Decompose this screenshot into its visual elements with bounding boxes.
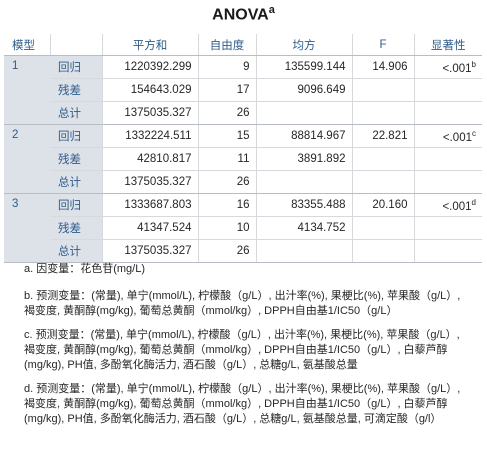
df-cell: 11 <box>197 147 256 171</box>
sum-of-squares-cell: 1375035.327 <box>101 101 198 125</box>
header-df: 自由度 <box>197 34 256 56</box>
table-row: 残差 154643.029 17 9096.649 <box>4 78 482 102</box>
f-cell <box>351 147 414 171</box>
header-blank <box>49 34 102 56</box>
mean-square-cell <box>255 101 352 125</box>
df-cell: 10 <box>197 216 256 240</box>
df-cell: 9 <box>197 55 256 79</box>
footnote-d: d. 预测变量：(常量), 单宁(mmol/L), 柠檬酸（g/L）, 出汁率(… <box>24 383 461 425</box>
row-label: 回归 <box>50 193 102 217</box>
significance-cell <box>413 101 482 125</box>
row-label: 总计 <box>50 101 102 125</box>
table-row: 残差 42810.817 11 3891.892 <box>4 147 482 171</box>
mean-square-cell <box>255 170 352 194</box>
table-row: 总计 1375035.327 26 <box>4 239 482 263</box>
table-row: 总计 1375035.327 26 <box>4 101 482 125</box>
footnote-a: a. 因变量：花色苷(mg/L) <box>24 263 146 275</box>
header-significance: 显著性 <box>413 34 482 56</box>
f-cell <box>351 239 414 263</box>
df-cell: 26 <box>197 170 256 194</box>
footnote-b: b. 预测变量：(常量), 单宁(mmol/L), 柠檬酸（g/L）, 出汁率(… <box>24 290 461 317</box>
df-cell: 26 <box>197 101 256 125</box>
sum-of-squares-cell: 1375035.327 <box>101 170 198 194</box>
sum-of-squares-cell: 42810.817 <box>101 147 198 171</box>
sum-of-squares-cell: 154643.029 <box>101 78 198 102</box>
significance-cell: <.001d <box>413 193 482 217</box>
table-row: 残差 41347.524 10 4134.752 <box>4 216 482 240</box>
table-row: 1 回归 1220392.299 9 135599.144 14.906 <.001b <box>4 55 482 125</box>
sum-of-squares-cell: 41347.524 <box>101 216 198 240</box>
sum-of-squares-cell: 1220392.299 <box>101 55 198 79</box>
f-cell <box>351 101 414 125</box>
f-cell: 20.160 <box>351 193 414 217</box>
table-row: 总计 1375035.327 26 <box>4 170 482 194</box>
significance-cell <box>413 78 482 102</box>
f-cell <box>351 170 414 194</box>
header-mean-square: 均方 <box>255 34 352 56</box>
f-cell: 22.821 <box>351 124 414 148</box>
table-title: ANOVAa <box>212 4 275 24</box>
row-label: 总计 <box>50 239 102 263</box>
sum-of-squares-cell: 1332224.511 <box>101 124 198 148</box>
table-row: 3 回归 1333687.803 16 83355.488 20.160 <.001d <box>4 193 482 263</box>
df-cell: 17 <box>197 78 256 102</box>
mean-square-cell: 83355.488 <box>255 193 352 217</box>
significance-cell: <.001c <box>413 124 482 148</box>
significance-cell <box>413 239 482 263</box>
header-row: 模型 平方和 自由度 均方 F 显著性 <box>4 34 482 56</box>
f-cell <box>351 78 414 102</box>
significance-cell <box>413 216 482 240</box>
row-label: 残差 <box>50 216 102 240</box>
mean-square-cell: 135599.144 <box>255 55 352 79</box>
significance-cell: <.001b <box>413 55 482 79</box>
model-id: 2 <box>4 124 50 194</box>
footnote-c: c. 预测变量：(常量), 单宁(mmol/L), 柠檬酸（g/L）, 出汁率(… <box>24 329 460 371</box>
mean-square-cell: 4134.752 <box>255 216 352 240</box>
f-cell <box>351 216 414 240</box>
model-id: 1 <box>4 55 50 125</box>
header-model: 模型 <box>4 34 50 56</box>
df-cell: 16 <box>197 193 256 217</box>
significance-cell <box>413 147 482 171</box>
sum-of-squares-cell: 1375035.327 <box>101 239 198 263</box>
header-sum-of-squares: 平方和 <box>101 34 198 56</box>
row-label: 回归 <box>50 55 102 79</box>
sum-of-squares-cell: 1333687.803 <box>101 193 198 217</box>
anova-table: 模型 平方和 自由度 均方 F 显著性 1 回归 1220392.299 9 13559… <box>4 34 482 263</box>
mean-square-cell: 3891.892 <box>255 147 352 171</box>
mean-square-cell <box>255 239 352 263</box>
row-label: 残差 <box>50 78 102 102</box>
footnotes: a. 因变量：花色苷(mg/L) b. 预测变量：(常量), 单宁(mmol/L… <box>24 262 464 436</box>
df-cell: 26 <box>197 239 256 263</box>
mean-square-cell: 88814.967 <box>255 124 352 148</box>
mean-square-cell: 9096.649 <box>255 78 352 102</box>
df-cell: 15 <box>197 124 256 148</box>
table-row: 2 回归 1332224.511 15 88814.967 22.821 <.001c <box>4 124 482 194</box>
model-id: 3 <box>4 193 50 263</box>
row-label: 回归 <box>50 124 102 148</box>
row-label: 总计 <box>50 170 102 194</box>
f-cell: 14.906 <box>351 55 414 79</box>
significance-cell <box>413 170 482 194</box>
header-f: F <box>351 34 414 56</box>
row-label: 残差 <box>50 147 102 171</box>
